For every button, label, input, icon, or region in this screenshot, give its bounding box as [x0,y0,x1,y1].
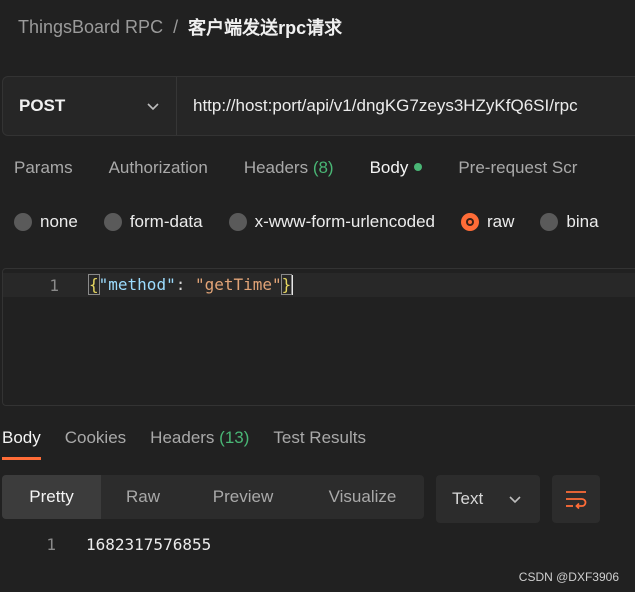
request-title[interactable]: 客户端发送rpc请求 [188,14,342,40]
chevron-down-icon [147,103,159,111]
response-tab-headers[interactable]: Headers (13) [150,428,249,460]
json-key: "method" [98,274,176,294]
wrap-lines-icon [566,491,587,509]
tab-label: Params [14,158,73,177]
editor-line: 1 {"method": "getTime"} [3,273,635,297]
tab-label: Headers [150,428,215,447]
response-value: 1682317576855 [86,534,212,554]
body-type-none[interactable]: none [14,212,78,232]
response-tabs: Body Cookies Headers (13) Test Results [2,428,390,460]
tab-label: Body [369,158,409,177]
url-input[interactable]: http://host:port/api/v1/dngKG7zeys3HZyKf… [177,96,578,116]
tab-params[interactable]: Params [14,158,73,192]
radio-label: raw [487,212,515,231]
format-select-value: Text [452,489,484,508]
method-label: POST [19,96,66,115]
radio-label: bina [566,212,599,231]
breadcrumb-separator: / [173,16,179,37]
tab-label: Body [2,428,41,447]
response-view-modes: Pretty Raw Preview Visualize [2,475,424,519]
brace-close: } [280,273,293,295]
response-tab-test-results[interactable]: Test Results [273,428,366,460]
wrap-lines-button[interactable] [552,475,600,523]
body-type-raw[interactable]: raw [461,212,514,232]
tab-body[interactable]: Body [370,158,423,192]
radio-button[interactable] [103,213,122,231]
code-line[interactable]: {"method": "getTime"} [88,273,294,296]
tab-authorization[interactable]: Authorization [109,158,208,192]
radio-button-checked[interactable] [461,213,480,231]
view-pretty[interactable]: Pretty [2,475,101,519]
brace-open: { [88,273,100,295]
radio-label: none [40,212,78,231]
response-tab-cookies[interactable]: Cookies [65,428,126,460]
request-body-editor[interactable]: 1 {"method": "getTime"} [2,268,635,406]
tab-label: Test Results [273,428,366,447]
radio-label: x-www-form-urlencoded [254,212,436,231]
radio-label: form-data [129,212,203,231]
view-preview[interactable]: Preview [185,475,301,519]
line-number: 1 [49,275,59,295]
url-bar: POST http://host:port/api/v1/dngKG7zeys3… [2,76,635,136]
view-visualize[interactable]: Visualize [301,475,424,519]
body-type-urlencoded[interactable]: x-www-form-urlencoded [228,212,436,232]
json-value: "getTime" [194,274,282,294]
view-raw[interactable]: Raw [101,475,185,519]
chevron-down-icon [509,496,521,504]
body-type-options: none form-data x-www-form-urlencoded raw… [14,212,599,232]
tab-label: Pre-request Scr [458,158,578,177]
method-select[interactable]: POST [3,77,177,135]
tab-label: Cookies [64,428,127,447]
text-cursor [291,275,294,296]
tab-pre-request-script[interactable]: Pre-request Scr [458,158,577,192]
response-tab-body[interactable]: Body [2,428,41,460]
request-tabs: Params Authorization Headers (8) Body Pr… [14,158,613,192]
radio-button[interactable] [540,213,559,231]
breadcrumb-collection[interactable]: ThingsBoard RPC [18,17,163,38]
radio-button[interactable] [228,213,247,231]
radio-button[interactable] [14,213,32,231]
tab-label: Headers [243,158,309,177]
response-headers-count: (13) [219,428,250,447]
watermark: CSDN @DXF3906 [518,570,619,584]
response-body-line: 1 1682317576855 [0,532,211,556]
tab-headers[interactable]: Headers (8) [244,158,334,192]
body-type-binary[interactable]: bina [540,212,599,232]
body-indicator-dot [414,162,423,171]
headers-count: (8) [312,158,334,177]
breadcrumb: ThingsBoard RPC / 客户端发送rpc请求 [18,14,342,40]
line-number: 1 [46,534,56,554]
format-select[interactable]: Text [436,475,540,523]
json-colon: : [175,274,195,294]
tab-label: Authorization [108,158,208,177]
body-type-form-data[interactable]: form-data [103,212,203,232]
